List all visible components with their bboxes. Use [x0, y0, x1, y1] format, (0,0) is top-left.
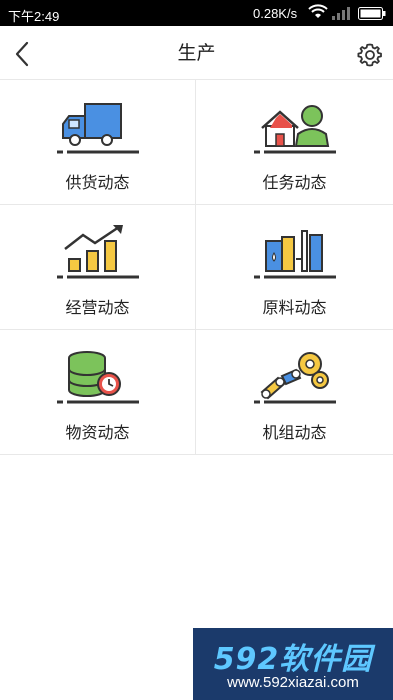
status-time: 下午2:49 [8, 9, 60, 24]
settings-gear-icon[interactable] [357, 42, 383, 68]
delivery-truck-icon [57, 103, 139, 154]
page-title: 生产 [177, 42, 216, 64]
module-label: 原料动态 [262, 298, 327, 317]
watermark-url: www.592xiazai.com [227, 674, 359, 691]
module-raw-material[interactable]: 原料动态 [196, 205, 393, 330]
business-growth-chart-icon [57, 225, 139, 279]
raw-material-icon [254, 230, 336, 279]
module-supply[interactable]: 供货动态 [0, 80, 196, 205]
module-grid: 供货动态 任务动态 经营动态 原料动态 物资动态 机组动态 [0, 80, 393, 455]
supplies-database-clock-icon [57, 351, 139, 404]
module-label: 任务动态 [262, 173, 327, 192]
machine-gears-icon [254, 352, 336, 404]
grid-row: 物资动态 机组动态 [0, 330, 393, 455]
network-speed: 0.28K/s [253, 6, 298, 21]
app-header: 生产 [0, 26, 393, 80]
watermark-text: 592软件园 [213, 642, 373, 677]
module-label: 机组动态 [262, 423, 327, 442]
module-supplies[interactable]: 物资动态 [0, 330, 196, 455]
module-label: 经营动态 [65, 298, 130, 317]
wifi-icon [308, 4, 328, 18]
status-bar: 下午2:49 0.28K/s [0, 0, 393, 26]
signal-icon [332, 7, 350, 20]
battery-icon [358, 7, 386, 20]
watermark-logo: 592软件园 www.592xiazai.com [193, 628, 393, 700]
module-task[interactable]: 任务动态 [196, 80, 393, 205]
module-business[interactable]: 经营动态 [0, 205, 196, 330]
module-label: 物资动态 [65, 423, 130, 442]
grid-row: 供货动态 任务动态 [0, 80, 393, 205]
module-machine[interactable]: 机组动态 [196, 330, 393, 455]
grid-row: 经营动态 原料动态 [0, 205, 393, 330]
task-person-house-icon [254, 105, 336, 154]
module-label: 供货动态 [65, 173, 130, 192]
